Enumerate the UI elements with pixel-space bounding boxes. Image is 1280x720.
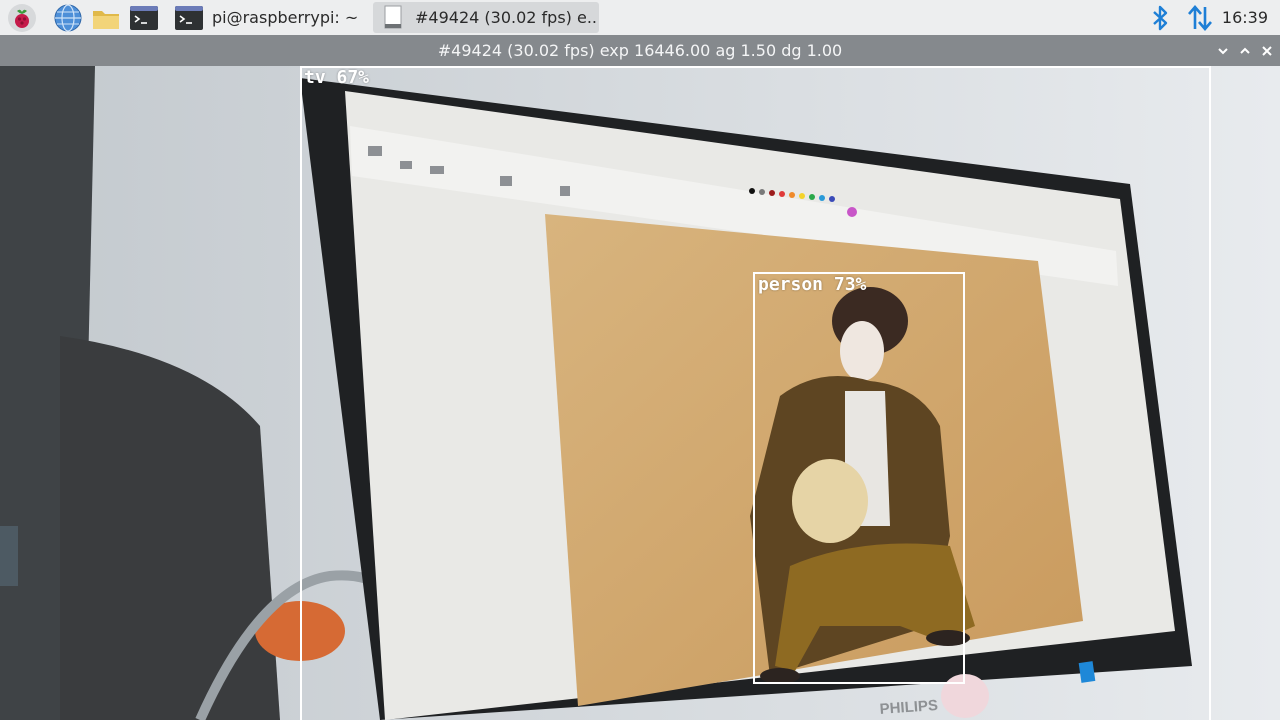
- window-app-icon: [384, 5, 402, 28]
- raspberry-menu-icon[interactable]: [7, 3, 37, 33]
- network-updown-arrows-icon[interactable]: [1186, 4, 1214, 32]
- detection-label-person: person 73%: [758, 274, 867, 295]
- bluetooth-icon[interactable]: [1146, 4, 1174, 32]
- terminal-icon: [175, 5, 203, 30]
- window-title: #49424 (30.02 fps) exp 16446.00 ag 1.50 …: [437, 41, 843, 60]
- task-label: pi@raspberrypi: ~: [212, 8, 359, 27]
- task-camera-window[interactable]: #49424 (30.02 fps) e..: [373, 2, 599, 33]
- chevron-down-icon[interactable]: [1214, 42, 1232, 60]
- chevron-up-icon[interactable]: [1236, 42, 1254, 60]
- folder-icon[interactable]: [91, 3, 121, 33]
- taskbar: pi@raspberrypi: ~ #49424 (30.02 fps) e..…: [0, 0, 1280, 36]
- detection-box-person: [753, 272, 965, 684]
- task-label: #49424 (30.02 fps) e..: [415, 8, 597, 27]
- window-titlebar[interactable]: #49424 (30.02 fps) exp 16446.00 ag 1.50 …: [0, 35, 1280, 66]
- close-icon[interactable]: [1258, 42, 1276, 60]
- camera-feed: PHILIPS tv 67% person 73%: [0, 66, 1280, 720]
- task-terminal[interactable]: pi@raspberrypi: ~: [170, 2, 368, 33]
- globe-browser-icon[interactable]: [53, 3, 83, 33]
- detection-label-tv: tv 67%: [304, 67, 370, 88]
- terminal-icon[interactable]: [129, 3, 159, 33]
- clock[interactable]: 16:39: [1222, 8, 1268, 27]
